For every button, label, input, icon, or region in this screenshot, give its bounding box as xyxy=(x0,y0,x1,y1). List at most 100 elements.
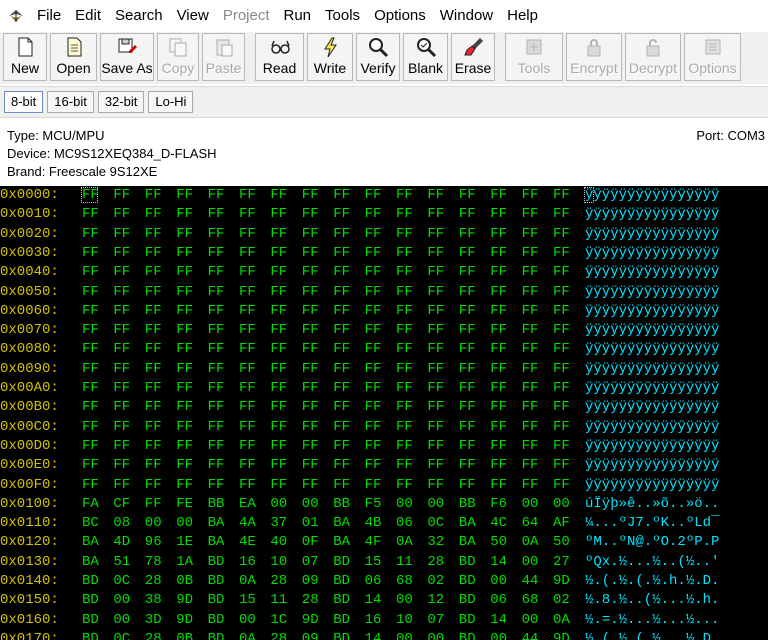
hex-byte[interactable]: BD xyxy=(208,554,225,570)
hex-byte[interactable]: FF xyxy=(522,226,539,242)
hex-byte[interactable]: 14 xyxy=(490,612,507,628)
hex-byte[interactable]: FF xyxy=(302,303,319,319)
hex-byte[interactable]: FF xyxy=(239,477,256,493)
hex-byte[interactable]: FF xyxy=(396,284,413,300)
hex-byte[interactable]: FF xyxy=(302,477,319,493)
hex-byte[interactable]: FF xyxy=(459,322,476,338)
hex-byte[interactable]: 00 xyxy=(396,631,413,640)
hex-byte[interactable]: BD xyxy=(333,573,350,589)
hex-byte[interactable]: 0A xyxy=(522,534,539,550)
hex-byte[interactable]: 4A xyxy=(239,515,256,531)
hex-byte[interactable]: 16 xyxy=(365,612,382,628)
hex-byte[interactable]: FF xyxy=(553,245,570,261)
hex-byte[interactable]: FF xyxy=(396,322,413,338)
decrypt-button[interactable]: Decrypt xyxy=(625,33,681,81)
hex-ascii[interactable]: ÿÿÿÿÿÿÿÿÿÿÿÿÿÿÿÿ xyxy=(585,245,719,261)
hex-byte[interactable]: FF xyxy=(365,284,382,300)
hex-byte[interactable]: FF xyxy=(396,457,413,473)
hex-byte[interactable]: 28 xyxy=(270,573,287,589)
hex-ascii[interactable]: ºM..ºN@.ºO.2ºP.P xyxy=(585,534,719,550)
hex-byte[interactable]: FF xyxy=(490,438,507,454)
hex-byte[interactable]: 10 xyxy=(396,612,413,628)
hex-ascii[interactable]: ÿÿÿÿÿÿÿÿÿÿÿÿÿÿÿÿ xyxy=(585,303,719,319)
hex-byte[interactable]: FF xyxy=(396,226,413,242)
hex-byte[interactable]: FF xyxy=(365,303,382,319)
hex-byte[interactable]: BA xyxy=(459,534,476,550)
menu-search[interactable]: Search xyxy=(108,0,170,32)
hex-byte[interactable]: FF xyxy=(365,341,382,357)
hex-byte[interactable]: FF xyxy=(522,341,539,357)
hex-byte[interactable]: FF xyxy=(553,477,570,493)
hex-byte[interactable]: FF xyxy=(82,477,99,493)
hex-byte[interactable]: FF xyxy=(270,303,287,319)
hex-byte[interactable]: FF xyxy=(333,206,350,222)
hex-byte[interactable]: FF xyxy=(239,361,256,377)
hex-byte[interactable]: FF xyxy=(459,341,476,357)
hex-byte[interactable]: FF xyxy=(208,477,225,493)
hex-byte[interactable]: FF xyxy=(145,245,162,261)
hex-byte[interactable]: BA xyxy=(208,515,225,531)
hex-byte[interactable]: FF xyxy=(553,264,570,280)
hex-byte[interactable]: 00 xyxy=(176,515,193,531)
hex-byte[interactable]: 0C xyxy=(113,631,130,640)
hex-byte[interactable]: 50 xyxy=(490,534,507,550)
menu-tools[interactable]: Tools xyxy=(318,0,367,32)
hex-byte[interactable]: 0B xyxy=(176,631,193,640)
hex-byte[interactable]: FF xyxy=(333,245,350,261)
hex-ascii[interactable]: ÿÿÿÿÿÿÿÿÿÿÿÿÿÿÿÿ xyxy=(585,187,719,203)
hex-byte[interactable]: FF xyxy=(302,264,319,280)
hex-byte[interactable]: 9D xyxy=(302,612,319,628)
hex-byte[interactable]: FF xyxy=(302,341,319,357)
hex-byte[interactable]: 27 xyxy=(553,554,570,570)
hex-byte[interactable]: FF xyxy=(176,245,193,261)
hex-byte[interactable]: 44 xyxy=(522,631,539,640)
hex-byte[interactable]: FF xyxy=(113,361,130,377)
hex-byte[interactable]: FF xyxy=(113,226,130,242)
hex-byte[interactable]: FF xyxy=(82,419,99,435)
hex-byte[interactable]: 00 xyxy=(239,612,256,628)
hex-ascii[interactable]: ÿÿÿÿÿÿÿÿÿÿÿÿÿÿÿÿ xyxy=(585,419,719,435)
hex-byte[interactable]: FF xyxy=(176,419,193,435)
hex-byte[interactable]: FF xyxy=(427,187,444,203)
hex-byte[interactable]: FF xyxy=(427,457,444,473)
hex-byte[interactable]: FF xyxy=(490,284,507,300)
hex-byte[interactable]: 00 xyxy=(396,592,413,608)
hex-byte[interactable]: FF xyxy=(490,477,507,493)
hex-byte[interactable]: FF xyxy=(459,399,476,415)
hex-byte[interactable]: FF xyxy=(145,477,162,493)
hex-byte[interactable]: FF xyxy=(145,322,162,338)
paste-button[interactable]: Paste xyxy=(202,33,245,81)
hex-byte[interactable]: FF xyxy=(145,264,162,280)
hex-byte[interactable]: FF xyxy=(427,322,444,338)
hex-byte[interactable]: 09 xyxy=(302,631,319,640)
hex-byte[interactable]: FF xyxy=(427,399,444,415)
hex-byte[interactable]: FF xyxy=(208,419,225,435)
hex-byte[interactable]: 0A xyxy=(239,573,256,589)
hex-byte[interactable]: FF xyxy=(553,419,570,435)
hex-byte[interactable]: FF xyxy=(427,264,444,280)
hex-byte[interactable]: 00 xyxy=(490,631,507,640)
hex-byte[interactable]: BD xyxy=(208,631,225,640)
hex-byte[interactable]: FF xyxy=(365,419,382,435)
hex-byte[interactable]: FF xyxy=(427,226,444,242)
mode-32-bit-button[interactable]: 32-bit xyxy=(97,91,145,113)
hex-byte[interactable]: FF xyxy=(208,380,225,396)
hex-byte[interactable]: FF xyxy=(239,206,256,222)
hex-byte[interactable]: 15 xyxy=(365,554,382,570)
hex-byte[interactable]: FF xyxy=(365,226,382,242)
hex-byte[interactable]: FF xyxy=(176,187,193,203)
hex-byte[interactable]: 01 xyxy=(302,515,319,531)
hex-byte[interactable]: 4D xyxy=(113,534,130,550)
hex-byte[interactable]: FF xyxy=(333,399,350,415)
hex-byte[interactable]: FF xyxy=(427,206,444,222)
hex-ascii[interactable]: ÿÿÿÿÿÿÿÿÿÿÿÿÿÿÿÿ xyxy=(585,361,719,377)
hex-byte[interactable]: FF xyxy=(82,303,99,319)
hex-byte[interactable]: BA xyxy=(208,534,225,550)
hex-ascii[interactable]: ÿÿÿÿÿÿÿÿÿÿÿÿÿÿÿÿ xyxy=(585,380,719,396)
hex-byte[interactable]: FF xyxy=(176,399,193,415)
hex-byte[interactable]: FF xyxy=(82,245,99,261)
hex-byte[interactable]: FF xyxy=(396,419,413,435)
hex-byte[interactable]: 00 xyxy=(553,496,570,512)
hex-byte[interactable]: BB xyxy=(459,496,476,512)
hex-byte[interactable]: FF xyxy=(427,361,444,377)
